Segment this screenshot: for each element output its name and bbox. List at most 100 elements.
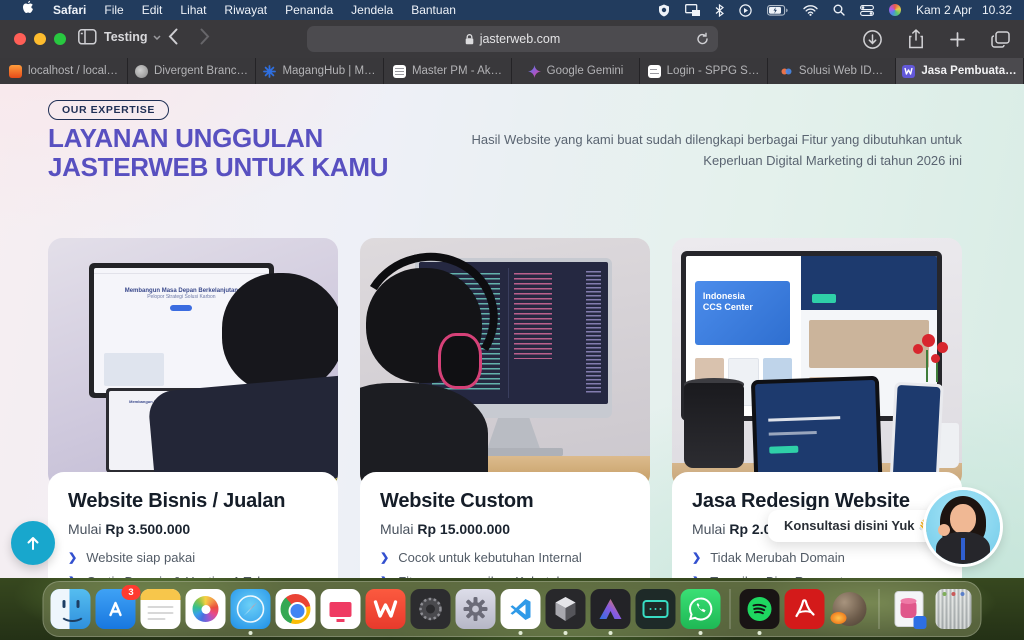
- spotify-icon[interactable]: [740, 589, 780, 629]
- arrow-up-icon: [25, 535, 41, 551]
- menubar-item-edit[interactable]: Edit: [133, 0, 172, 20]
- maganghub-favicon: [263, 65, 276, 78]
- feature-item: ❯Fitur menyesuaikan Kebutuhan: [380, 574, 630, 578]
- page-title: LAYANAN UNGGULAN JASTERWEB UNTUK KAMU: [48, 124, 388, 182]
- notification-badge: 3: [122, 585, 141, 600]
- wifi-icon[interactable]: [803, 5, 818, 16]
- tab-group-selector[interactable]: Testing: [104, 30, 161, 44]
- download-icon[interactable]: [863, 30, 882, 54]
- tumbler: [684, 383, 745, 468]
- dock-separator: [879, 589, 880, 629]
- menubar-item-file[interactable]: File: [95, 0, 132, 20]
- forward-button[interactable]: [200, 28, 210, 50]
- new-tab-icon[interactable]: [950, 32, 965, 52]
- settings-icon[interactable]: [456, 589, 496, 629]
- feature-item: ❯Tidak Merubah Domain: [692, 550, 942, 565]
- card-image-website-bisnis: Membangun Masa Depan Berkelanjutan Pelop…: [48, 238, 338, 488]
- feature-item: ❯Cocok untuk kebutuhan Internal: [380, 550, 630, 565]
- service-card-website-bisnis[interactable]: Membangun Masa Depan Berkelanjutan Pelop…: [48, 238, 338, 578]
- dial-wheel-icon[interactable]: [411, 589, 451, 629]
- chat-widget-bubble[interactable]: Konsultasi disini Yuk 👋: [768, 510, 950, 542]
- safari-toolbar: Testing jasterweb.com: [0, 20, 1024, 58]
- tab-maganghub[interactable]: MagangHub | M…: [256, 58, 384, 84]
- service-card-website-custom[interactable]: Website Custom Mulai Rp 15.000.000 ❯Coco…: [360, 238, 650, 578]
- card-price: Mulai Rp 15.000.000: [380, 521, 630, 537]
- maximize-window-button[interactable]: [54, 33, 66, 45]
- database-file-icon[interactable]: [889, 589, 929, 629]
- battery-icon: [767, 5, 788, 16]
- trash-icon[interactable]: [936, 589, 972, 629]
- chevron-right-icon: ❯: [380, 575, 389, 578]
- lock-icon: [465, 34, 474, 45]
- back-button[interactable]: [168, 28, 178, 50]
- login-favicon: [648, 65, 661, 78]
- acrobat-icon[interactable]: [785, 589, 825, 629]
- minimize-window-button[interactable]: [34, 33, 46, 45]
- spotlight-icon[interactable]: [833, 4, 845, 16]
- vscode-icon[interactable]: [501, 589, 541, 629]
- close-window-button[interactable]: [14, 33, 26, 45]
- whatsapp-icon[interactable]: [681, 589, 721, 629]
- url-text: jasterweb.com: [480, 32, 561, 46]
- play-circle-icon[interactable]: [739, 4, 752, 17]
- tab-login-sppg[interactable]: Login - SPPG S…: [640, 58, 768, 84]
- tab-master-pm[interactable]: Master PM - Ak…: [384, 58, 512, 84]
- finder-icon[interactable]: [51, 589, 91, 629]
- photos-icon[interactable]: [186, 589, 226, 629]
- screen-mirroring-icon[interactable]: [685, 4, 700, 16]
- apple-menu-icon[interactable]: [12, 0, 44, 20]
- jasterweb-favicon: [902, 65, 915, 78]
- safari-icon[interactable]: [231, 589, 271, 629]
- dock-separator: [730, 589, 731, 629]
- color-profile-icon[interactable]: [889, 4, 901, 16]
- feature-item: ❯Website siap pakai: [68, 550, 318, 565]
- comet-app-icon[interactable]: [830, 589, 870, 629]
- chrome-icon[interactable]: [276, 589, 316, 629]
- section-badge: OUR EXPERTISE: [48, 100, 169, 120]
- dock: 3: [43, 581, 982, 637]
- cube-3d-app-icon[interactable]: [546, 589, 586, 629]
- menubar-app-name[interactable]: Safari: [44, 0, 95, 20]
- localhost-favicon: [9, 65, 22, 78]
- chat-agent-avatar[interactable]: [926, 490, 1000, 564]
- chevron-right-icon: ❯: [68, 575, 77, 578]
- webpage-content: OUR EXPERTISE LAYANAN UNGGULAN JASTERWEB…: [0, 84, 1024, 578]
- gradient-a-app-icon[interactable]: [591, 589, 631, 629]
- section-description: Hasil Website yang kami buat sudah dilen…: [472, 129, 962, 171]
- feature-item: ❯Gratis Domain & Hosting 1 Tahun: [68, 574, 318, 578]
- app-store-icon[interactable]: 3: [96, 589, 136, 629]
- tab-gemini[interactable]: Google Gemini: [512, 58, 640, 84]
- share-icon[interactable]: [908, 29, 924, 54]
- sidebar-icon[interactable]: [78, 29, 97, 50]
- menubar-item-lihat[interactable]: Lihat: [171, 0, 215, 20]
- tab-overview-icon[interactable]: [991, 31, 1010, 53]
- chevron-right-icon: ❯: [380, 551, 389, 564]
- notes-icon[interactable]: [141, 589, 181, 629]
- tab-solusi-web[interactable]: Solusi Web ID…: [768, 58, 896, 84]
- menubar-item-penanda[interactable]: Penanda: [276, 0, 342, 20]
- tab-localhost[interactable]: localhost / local…: [0, 58, 128, 84]
- tab-jasa-pembuatan[interactable]: Jasa Pembuata…: [896, 58, 1024, 84]
- anydesk-icon[interactable]: [321, 589, 361, 629]
- menubar-item-jendela[interactable]: Jendela: [342, 0, 402, 20]
- bluetooth-icon[interactable]: [715, 4, 724, 17]
- scroll-to-top-button[interactable]: [11, 521, 55, 565]
- shield-icon[interactable]: [658, 4, 670, 17]
- person-silhouette: [222, 273, 338, 393]
- terminal-card-app-icon[interactable]: [636, 589, 676, 629]
- chevron-right-icon: ❯: [692, 575, 701, 578]
- address-bar[interactable]: jasterweb.com: [307, 26, 718, 52]
- menubar-item-riwayat[interactable]: Riwayat: [215, 0, 276, 20]
- chevron-right-icon: ❯: [68, 551, 77, 564]
- tab-divergent[interactable]: Divergent Branc…: [128, 58, 256, 84]
- notion-favicon: [393, 65, 406, 78]
- reload-icon[interactable]: [696, 32, 709, 49]
- card-price: Mulai Rp 3.500.000: [68, 521, 318, 537]
- card-title: Website Bisnis / Jualan: [68, 490, 318, 513]
- menubar-item-bantuan[interactable]: Bantuan: [402, 0, 465, 20]
- solusi-favicon: [780, 65, 793, 78]
- menu-bar: Safari File Edit Lihat Riwayat Penanda J…: [0, 0, 1024, 20]
- wps-office-icon[interactable]: [366, 589, 406, 629]
- divergent-favicon: [135, 65, 148, 78]
- control-center-icon[interactable]: [860, 5, 874, 16]
